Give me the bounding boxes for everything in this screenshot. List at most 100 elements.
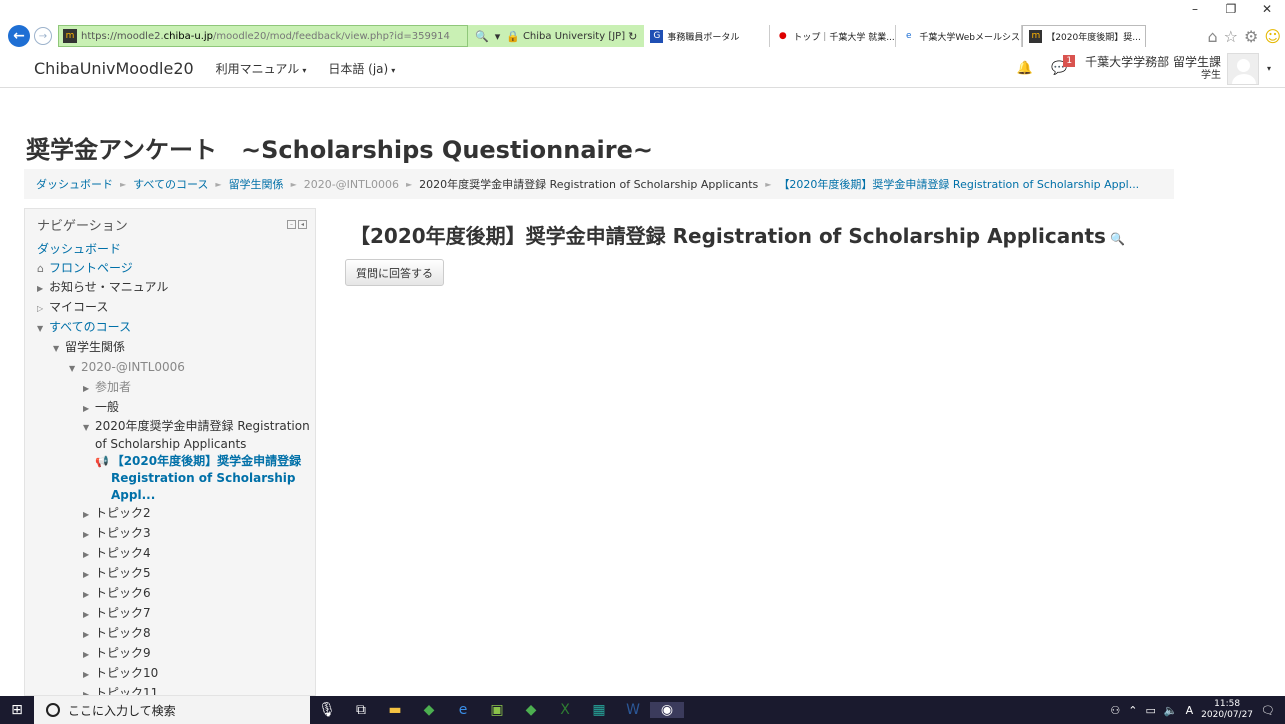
caret-down-icon: ▾ (391, 66, 396, 75)
site-brand[interactable]: ChibaUnivMoodle20 (34, 59, 194, 78)
triangle-right-icon: ▶ (83, 630, 90, 639)
nav-allcourses[interactable]: ▼ すべてのコース (37, 318, 315, 338)
minimize-button[interactable]: – (1177, 0, 1213, 22)
nav-topic[interactable]: ▶ トピック5 (37, 564, 315, 584)
message-icon[interactable]: 💬 1 (1051, 55, 1076, 76)
windows-taskbar: ⊞ ここに入力して検索 🎙 ⧉ ▬ ◆ e ▣ ◆ X ▦ W ◉ ⚇ ⌃ ▭ … (0, 696, 1285, 724)
cortana-icon (46, 703, 60, 717)
close-button[interactable]: ✕ (1249, 0, 1285, 22)
word-icon[interactable]: W (616, 702, 650, 718)
breadcrumb: ダッシュボード ► すべてのコース ► 留学生関係 ► 2020-@INTL00… (24, 169, 1174, 199)
gear-icon[interactable]: ⚙ (1244, 27, 1258, 46)
magnifier-icon[interactable]: 🔍 (1110, 232, 1125, 246)
nav-current-line3[interactable]: Appl... (37, 487, 315, 504)
microphone-icon[interactable]: 🎙 (310, 702, 344, 718)
file-explorer-icon[interactable]: ▬ (378, 702, 412, 718)
task-view-icon[interactable]: ⧉ (344, 702, 378, 718)
nav-topic[interactable]: ▶ トピック10 (37, 664, 315, 684)
notification-icon[interactable]: 🗨 (1261, 704, 1275, 717)
breadcrumb-all-courses[interactable]: すべてのコース (133, 176, 208, 192)
tab-current[interactable]: m 【2020年度後期】奨... × (1022, 25, 1147, 47)
collapse-icon[interactable]: ◂ (298, 220, 307, 229)
forward-button[interactable]: → (34, 27, 52, 45)
ime-icon[interactable]: A (1186, 704, 1194, 717)
tab-webmail[interactable]: e 千葉大学Webメールシス... (896, 25, 1023, 47)
home-icon[interactable]: ⌂ (1207, 27, 1217, 46)
address-tools: 🔍 ▾ 🔒 Chiba University [JP] ↻ (468, 25, 645, 47)
breadcrumb-dashboard[interactable]: ダッシュボード (36, 176, 113, 192)
nav-general[interactable]: ▶ 一般 (37, 398, 315, 418)
avatar[interactable] (1226, 52, 1259, 85)
triangle-right-icon: ▶ (83, 570, 90, 579)
moodle-navbar: ChibaUnivMoodle20 利用マニュアル ▾ 日本語 (ja) ▾ 🔔 💬… (0, 50, 1285, 88)
nav-section[interactable]: ▼ 2020年度奨学金申請登録 Registration (37, 418, 315, 436)
breadcrumb-current[interactable]: 【2020年度後期】奨学金申請登録 Registration of Schola… (778, 176, 1139, 192)
certificate-label[interactable]: Chiba University [JP] (523, 31, 625, 42)
excel-icon[interactable]: X (548, 702, 582, 718)
app-icon[interactable]: ◆ (412, 702, 446, 718)
internet-explorer-icon[interactable]: e (446, 702, 480, 718)
manual-menu[interactable]: 利用マニュアル ▾ (216, 60, 307, 77)
windows-start-icon[interactable]: ⊞ (0, 702, 34, 718)
nav-topic[interactable]: ▶ トピック11 (37, 684, 315, 695)
chevron-up-icon[interactable]: ⌃ (1128, 704, 1137, 717)
app-icon[interactable]: ▦ (582, 702, 616, 718)
nav-section-line2[interactable]: of Scholarship Applicants (37, 436, 315, 453)
nav-topic[interactable]: ▶ トピック9 (37, 644, 315, 664)
tab-portal[interactable]: G 事務職員ポータル (644, 25, 771, 47)
nav-topic[interactable]: ▶ トピック8 (37, 624, 315, 644)
nav-current-line1: 【2020年度後期】奨学金申請登録 (111, 454, 302, 468)
nav-topic[interactable]: ▶ トピック7 (37, 604, 315, 624)
address-bar[interactable]: m https://moodle2. chiba-u.jp/moodle20/mo… (58, 25, 468, 47)
nav-news[interactable]: ▶ お知らせ・マニュアル (37, 278, 315, 298)
home-icon: ⌂ (37, 262, 44, 275)
volume-icon[interactable]: 🔈 (1164, 704, 1178, 717)
manual-menu-label: 利用マニュアル (215, 62, 300, 76)
user-name[interactable]: 千葉大学学務部 留学生課 学生 (1085, 55, 1221, 83)
chevron-down-icon[interactable]: ▾ (495, 30, 501, 43)
breadcrumb-section[interactable]: 2020年度奨学金申請登録 Registration of Scholarshi… (419, 176, 758, 192)
dock-icon[interactable]: – (287, 220, 296, 229)
nav-mycourses[interactable]: ▷ マイコース (37, 298, 315, 318)
nav-course[interactable]: ▼ 2020-@INTL0006 (37, 358, 315, 378)
url-domain: chiba-u.jp (163, 30, 213, 42)
network-icon[interactable]: ▭ (1146, 704, 1156, 717)
breadcrumb-course[interactable]: 2020-@INTL0006 (304, 178, 399, 191)
browser-toolbar: ← → m https://moodle2. chiba-u.jp/moodle2… (0, 22, 1285, 50)
triangle-right-icon: ▶ (83, 550, 90, 559)
answer-questions-button[interactable]: 質問に回答する (345, 259, 444, 286)
nav-topic[interactable]: ▶ トピック6 (37, 584, 315, 604)
back-button[interactable]: ← (8, 25, 30, 47)
language-menu[interactable]: 日本語 (ja) ▾ (328, 60, 395, 77)
nav-participants[interactable]: ▶ 参加者 (37, 378, 315, 398)
search-icon[interactable]: 🔍 (475, 30, 489, 43)
caret-down-icon[interactable]: ▾ (1267, 64, 1271, 73)
nav-current-line2[interactable]: Registration of Scholarship (37, 470, 315, 487)
nav-current-activity[interactable]: 📢 【2020年度後期】奨学金申請登録 (37, 453, 315, 470)
navigation-tree: ダッシュボード ⌂ フロントページ ▶ お知らせ・マニュアル ▷ マイコース ▼ すべて… (25, 240, 315, 695)
bell-icon[interactable]: 🔔 (1017, 61, 1033, 76)
tab-favicon-icon: G (650, 29, 664, 43)
clock[interactable]: 11:58 2020/07/27 (1201, 699, 1253, 721)
nav-topic[interactable]: ▶ トピック3 (37, 524, 315, 544)
nav-topic[interactable]: ▶ トピック2 (37, 504, 315, 524)
nav-topic-label: トピック6 (95, 586, 151, 600)
refresh-icon[interactable]: ↻ (628, 30, 637, 43)
people-icon[interactable]: ⚇ (1110, 704, 1120, 717)
app-icon[interactable]: ▣ (480, 702, 514, 718)
nav-participants-label: 参加者 (95, 380, 132, 394)
app-icon[interactable]: ◉ (650, 702, 684, 718)
taskbar-search[interactable]: ここに入力して検索 (34, 696, 310, 724)
nav-frontpage[interactable]: ⌂ フロントページ (37, 259, 315, 278)
maximize-button[interactable]: ❐ (1213, 0, 1249, 22)
moodle-favicon-icon: m (63, 29, 77, 43)
nav-topic[interactable]: ▶ トピック4 (37, 544, 315, 564)
app-icon[interactable]: ◆ (514, 702, 548, 718)
breadcrumb-intl[interactable]: 留学生関係 (229, 176, 284, 192)
nav-dashboard[interactable]: ダッシュボード (37, 240, 315, 259)
triangle-right-icon: ▶ (83, 404, 90, 413)
nav-intl[interactable]: ▼ 留学生関係 (37, 338, 315, 358)
star-icon[interactable]: ☆ (1224, 27, 1238, 46)
smiley-icon[interactable]: ☺ (1264, 27, 1281, 46)
tab-top[interactable]: ● トップ｜千葉大学 就業... (770, 25, 897, 47)
